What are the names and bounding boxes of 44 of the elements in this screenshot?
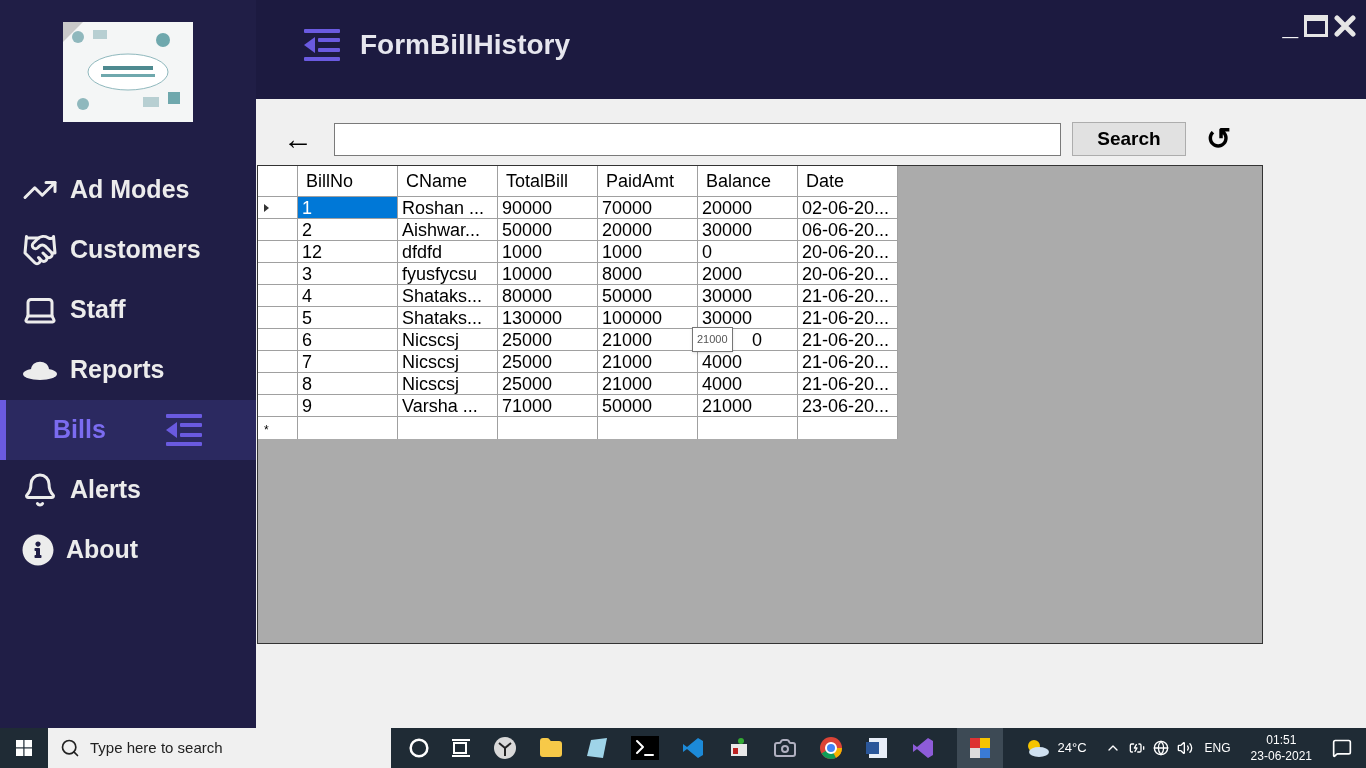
handshake-icon	[22, 232, 58, 268]
notifications-icon[interactable]	[1332, 738, 1352, 758]
clock[interactable]: 01:51 23-06-2021	[1250, 732, 1312, 764]
search-field[interactable]	[334, 122, 1061, 156]
volume-icon[interactable]	[1176, 740, 1193, 756]
table-cell: 1	[298, 197, 398, 219]
language-indicator[interactable]: ENG	[1204, 739, 1231, 757]
sidebar-item[interactable]: Customers	[0, 220, 256, 280]
refresh-button[interactable]: ↺	[1206, 124, 1231, 154]
notepad-icon[interactable]	[585, 736, 609, 760]
taskbar-search-field[interactable]: Type here to search	[48, 728, 391, 768]
search-button[interactable]: Search	[1072, 122, 1186, 156]
maximize-icon[interactable]	[1304, 15, 1328, 37]
menu-icon[interactable]	[304, 29, 340, 61]
sidebar-item[interactable]: Alerts	[0, 460, 256, 520]
form-app-icon	[968, 736, 992, 760]
terminal-icon[interactable]	[631, 736, 659, 760]
tooltip: 21000	[692, 327, 733, 352]
camera-icon[interactable]	[773, 736, 797, 760]
sidebar-item[interactable]: Ad Modes	[0, 160, 256, 220]
minimize-button[interactable]: _	[1282, 12, 1298, 40]
row-pointer-icon	[264, 203, 269, 212]
code-editor-icon[interactable]	[681, 736, 705, 760]
ide-icon[interactable]	[911, 736, 935, 760]
task-view-icon[interactable]	[451, 739, 471, 757]
document-app-icon[interactable]	[865, 736, 889, 760]
battery-icon[interactable]	[1128, 740, 1145, 756]
window-title: FormBillHistory	[360, 28, 571, 62]
info-icon	[22, 534, 54, 566]
sidebar-item[interactable]: About	[0, 520, 256, 580]
cortana-icon[interactable]	[409, 738, 429, 758]
network-icon[interactable]	[1152, 740, 1169, 756]
temperature: 24°C	[1057, 739, 1087, 758]
sidebar-item[interactable]: Staff	[0, 280, 256, 340]
folder-icon[interactable]	[539, 736, 563, 760]
bell-icon	[22, 472, 58, 508]
collapse-icon[interactable]	[165, 414, 202, 446]
windows-icon[interactable]	[16, 740, 32, 756]
sidebar-item[interactable]: Reports	[0, 340, 256, 400]
active-app-tab[interactable]	[957, 728, 1003, 768]
close-icon[interactable]	[1334, 15, 1356, 37]
back-button[interactable]: ←	[278, 124, 318, 154]
browser-icon[interactable]	[819, 736, 843, 760]
search-icon	[60, 738, 80, 758]
